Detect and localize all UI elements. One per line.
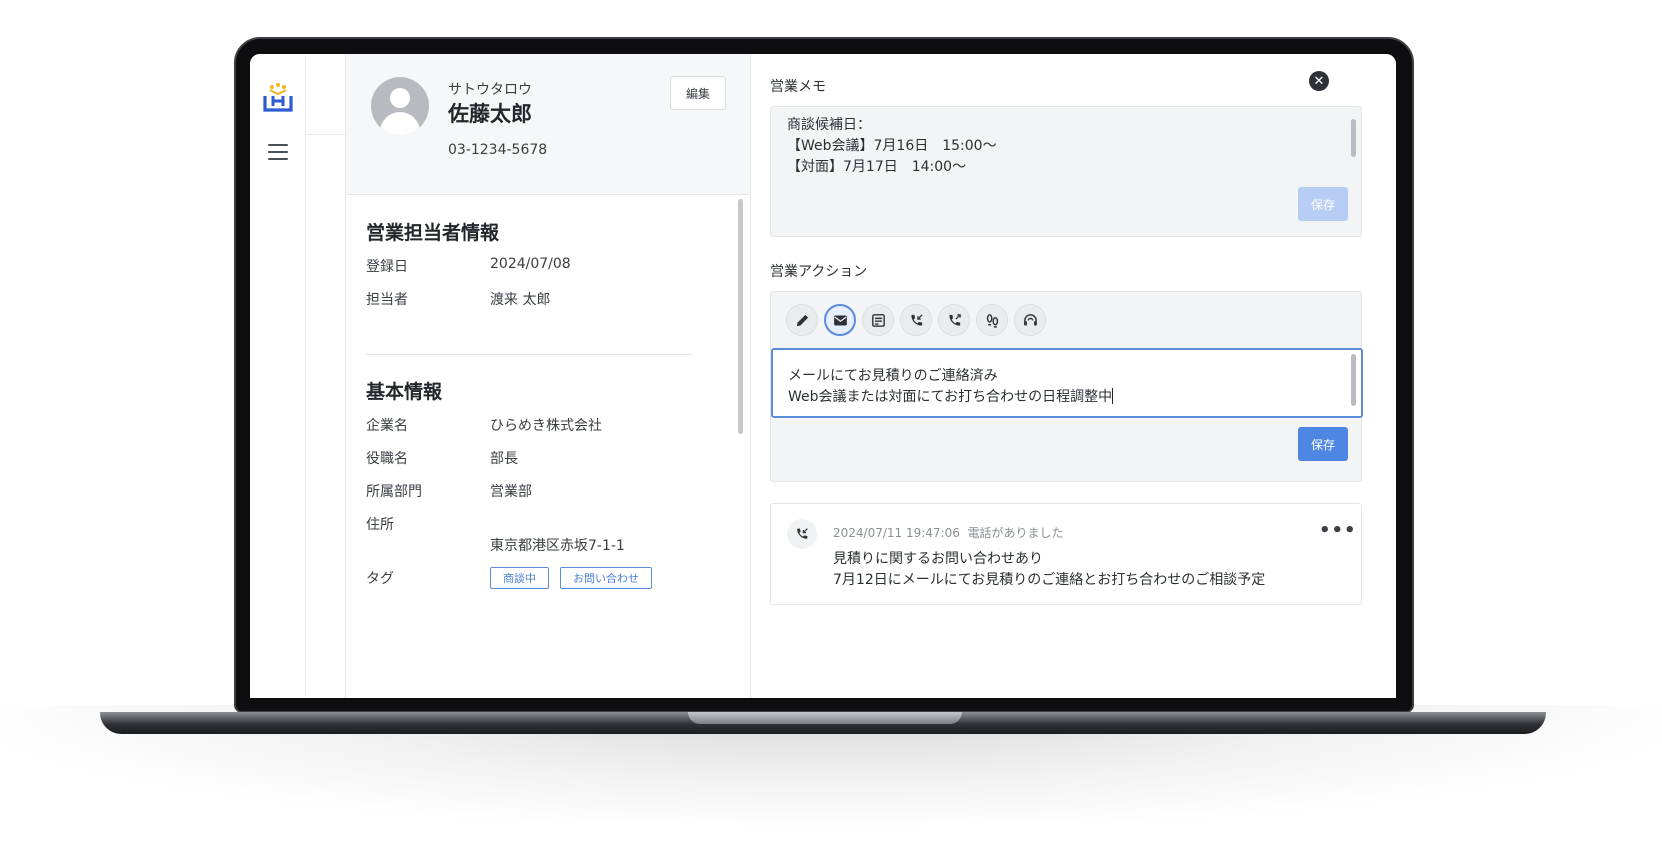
action-title: 営業アクション	[770, 264, 868, 280]
memo-title: 営業メモ	[770, 79, 826, 95]
avatar-icon	[371, 77, 429, 135]
position-label: 役職名	[366, 451, 408, 467]
company-label: 企業名	[366, 418, 408, 434]
nav-rail	[250, 54, 306, 698]
action-text-line: Web会議または対面にてお打ち合わせの日程調整中	[788, 388, 1114, 405]
phone-incoming-icon[interactable]	[900, 304, 932, 336]
pencil-icon[interactable]	[786, 304, 818, 336]
contact-name: 佐藤太郎	[448, 102, 532, 126]
sales-panel: 営業メモ ✕ 商談候補日： 【Web会議】7月16日 15:00〜 【対面】7月…	[751, 54, 1396, 698]
action-textarea-scrollbar[interactable]	[1351, 354, 1356, 406]
department-value: 営業部	[490, 484, 532, 500]
position-value: 部長	[490, 451, 518, 467]
memo-textarea[interactable]: 商談候補日： 【Web会議】7月16日 15:00〜 【対面】7月17日 14:…	[770, 106, 1362, 237]
address-label: 住所	[366, 517, 394, 533]
sales-rep-title: 営業担当者情報	[366, 222, 500, 244]
close-icon[interactable]: ✕	[1309, 71, 1329, 91]
action-textarea[interactable]: メールにてお見積りのご連絡済み Web会議または対面にてお打ち合わせの日程調整中	[771, 348, 1363, 418]
owner-value: 渡来 太郎	[490, 292, 551, 308]
secondary-rail	[306, 54, 346, 698]
mail-icon[interactable]	[824, 304, 856, 336]
memo-line: 【Web会議】7月16日 15:00〜	[787, 138, 997, 154]
history-text: 見積りに関するお問い合わせあり	[833, 551, 1043, 567]
tag-negotiating[interactable]: 商談中	[490, 567, 549, 589]
action-editor: メールにてお見積りのご連絡済み Web会議または対面にてお打ち合わせの日程調整中…	[770, 291, 1363, 482]
history-text: 7月12日にメールにてお見積りのご連絡とお打ち合わせのご相談予定	[833, 572, 1266, 588]
owner-label: 担当者	[366, 292, 408, 308]
registered-date-label: 登録日	[366, 259, 408, 275]
more-options-icon[interactable]: •••	[1319, 520, 1357, 541]
memo-scrollbar[interactable]	[1351, 119, 1356, 157]
registered-date-value: 2024/07/08	[490, 256, 571, 272]
support-headset-icon[interactable]	[1014, 304, 1046, 336]
phone-outgoing-icon[interactable]	[938, 304, 970, 336]
department-label: 所属部門	[366, 484, 422, 500]
action-save-button[interactable]: 保存	[1298, 427, 1348, 461]
activity-history-item: 2024/07/11 19:47:06 電話がありました 見積りに関するお問い合…	[770, 503, 1362, 605]
profile-header: サトウタロウ 佐藤太郎 03-1234-5678 編集	[346, 54, 750, 195]
panel-scrollbar[interactable]	[738, 199, 743, 434]
memo-line: 商談候補日：	[787, 117, 871, 133]
footsteps-icon[interactable]	[976, 304, 1008, 336]
menu-icon[interactable]	[268, 144, 288, 160]
history-meta: 2024/07/11 19:47:06 電話がありました	[833, 526, 1064, 540]
note-icon[interactable]	[862, 304, 894, 336]
action-text-line: メールにてお見積りのご連絡済み	[788, 368, 998, 384]
phone-incoming-icon	[787, 519, 817, 549]
brand-logo-icon[interactable]	[261, 82, 295, 116]
address-value: 東京都港区赤坂7-1-1	[490, 538, 625, 554]
tag-inquiry[interactable]: お問い合わせ	[560, 567, 652, 589]
memo-line: 【対面】7月17日 14:00〜	[787, 159, 967, 175]
memo-save-button[interactable]: 保存	[1298, 187, 1348, 221]
tags-label: タグ	[366, 571, 394, 587]
edit-button[interactable]: 編集	[670, 76, 726, 110]
contact-name-kana: サトウタロウ	[448, 82, 532, 98]
section-divider	[366, 354, 693, 355]
laptop-base-notch	[688, 712, 962, 724]
contact-phone: 03-1234-5678	[448, 142, 548, 158]
company-value: ひらめき株式会社	[490, 418, 602, 434]
contact-panel: サトウタロウ 佐藤太郎 03-1234-5678 編集 営業担当者情報 登録日 …	[346, 54, 751, 698]
basic-info-title: 基本情報	[366, 381, 443, 403]
app-screen: サトウタロウ 佐藤太郎 03-1234-5678 編集 営業担当者情報 登録日 …	[250, 54, 1396, 698]
